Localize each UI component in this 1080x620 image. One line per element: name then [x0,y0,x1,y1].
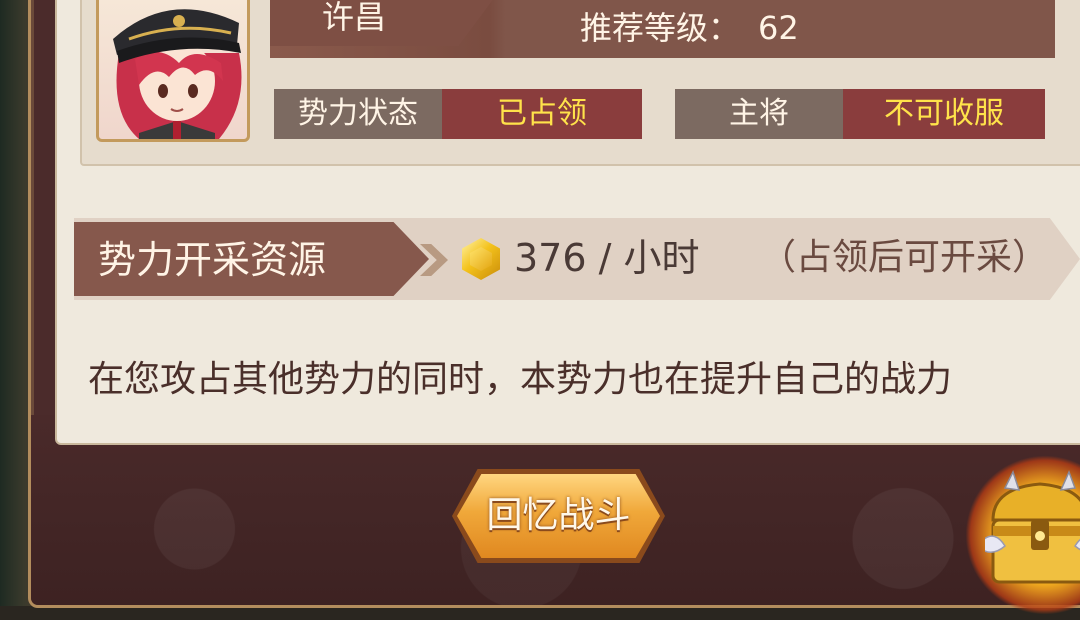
general-label: 主将 [675,89,843,139]
treasure-chest-icon[interactable] [982,470,1080,590]
stronghold-name: 许昌 [322,0,387,36]
recommended-level-label: 推荐等级： [580,9,741,47]
resource-label: 势力开采资源 [98,238,327,282]
resource-rate: 376 / 小时 [514,236,700,280]
stronghold-description: 在您攻占其他势力的同时，本势力也在提升自己的战力 [88,359,953,400]
general-portrait [96,0,250,142]
recall-battle-label[interactable]: 回忆战斗 [457,474,660,558]
recommended-level: 推荐等级： 62 [580,10,799,46]
power-state-value: 已占领 [442,89,642,139]
general-avatar-icon [113,9,242,139]
power-state-label: 势力状态 [274,89,442,139]
resource-note: （占领后可开采） [760,237,1049,278]
general-value: 不可收服 [843,89,1045,139]
recommended-level-value: 62 [758,9,799,47]
